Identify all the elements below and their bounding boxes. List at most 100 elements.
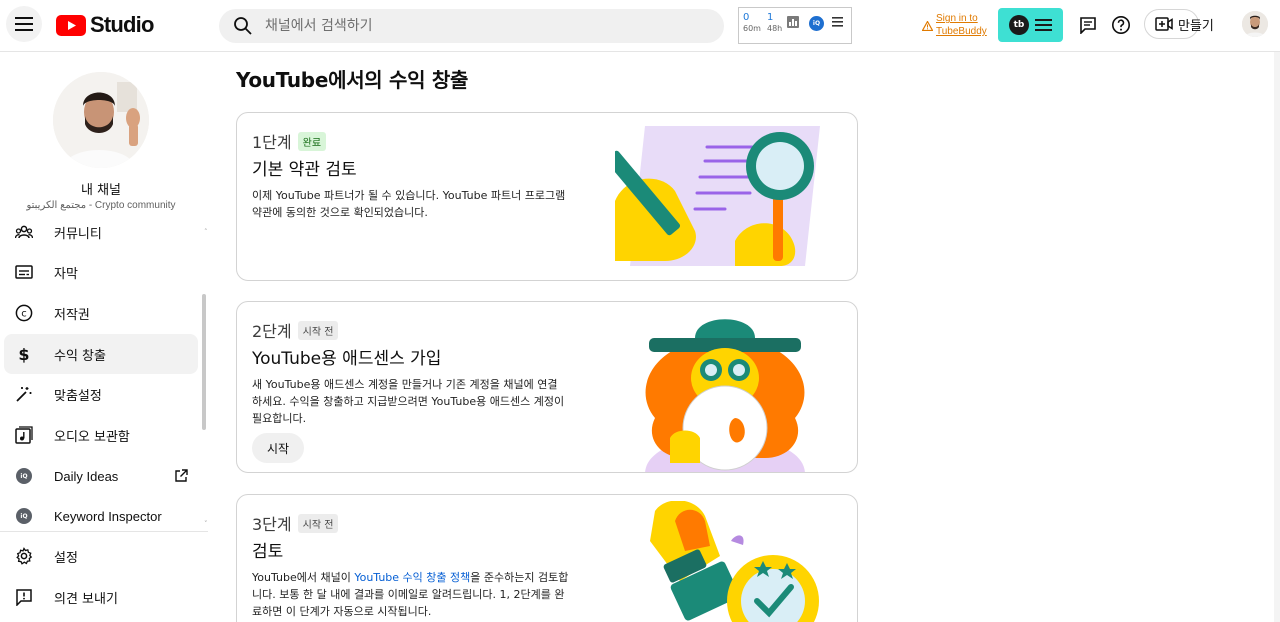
sidebar-item-label: 맞춤설정 bbox=[54, 388, 102, 404]
sidebar-item-label: Daily Ideas bbox=[54, 468, 119, 484]
sidebar-item-settings[interactable]: 설정 bbox=[4, 536, 198, 576]
start-button[interactable]: 시작 bbox=[252, 433, 304, 463]
sidebar-item-audio-library[interactable]: 오디오 보관함 bbox=[4, 415, 198, 455]
status-badge: 시작 전 bbox=[297, 513, 339, 533]
step-description: YouTube에서 채널이 YouTube 수익 창출 정책을 준수하는지 검토… bbox=[252, 569, 582, 620]
youtube-studio-logo[interactable]: Studio bbox=[56, 12, 154, 38]
vidiq-badge: iQ bbox=[16, 468, 32, 484]
create-label: 만들기 bbox=[1178, 18, 1214, 34]
vidiq-badge: iQ bbox=[16, 508, 32, 524]
external-link-icon[interactable] bbox=[174, 469, 188, 483]
stat-label: 48h bbox=[767, 24, 783, 33]
top-header: Studio 0 60m 1 48h iQ Sign in to TubeBud… bbox=[0, 0, 1280, 52]
create-video-icon bbox=[1155, 17, 1173, 31]
settings-icon bbox=[14, 546, 34, 566]
hamburger-menu-button[interactable] bbox=[6, 6, 42, 42]
sidebar-item-label: 오디오 보관함 bbox=[54, 429, 130, 445]
step-header: 1단계 완료 bbox=[252, 129, 327, 153]
step-number: 1단계 bbox=[252, 133, 292, 152]
left-sidebar: 내 채널 مجتمع الكريبتو - Crypto community 커… bbox=[0, 52, 210, 622]
sidebar-scrollbar[interactable] bbox=[202, 294, 206, 430]
svg-text:c: c bbox=[21, 309, 27, 320]
tubebuddy-signin-link[interactable]: Sign in to TubeBuddy bbox=[922, 12, 987, 38]
step-number: 3단계 bbox=[252, 515, 292, 534]
main-scrollbar[interactable] bbox=[1274, 52, 1280, 622]
feedback-icon bbox=[14, 587, 34, 607]
warning-icon bbox=[922, 21, 933, 31]
description-line: 료하면 이 단계가 자동으로 시작됩니다. bbox=[252, 605, 432, 618]
description-line: 니다. 보통 한 달 내에 결과를 이메일로 알려드립니다. 1, 2단계를 완 bbox=[252, 588, 565, 601]
channel-title: 내 채널 bbox=[80, 183, 121, 198]
bar-chart-icon[interactable] bbox=[787, 16, 799, 28]
sidebar-item-monetization[interactable]: $ 수익 창출 bbox=[4, 334, 198, 374]
monetization-policy-link[interactable]: YouTube 수익 창출 정책 bbox=[354, 571, 470, 584]
step-title: 기본 약관 검토 bbox=[252, 160, 357, 180]
step-title: YouTube용 애드센스 가입 bbox=[252, 349, 442, 369]
sidebar-item-label: 수익 창출 bbox=[54, 348, 106, 364]
terms-review-illustration bbox=[615, 126, 820, 266]
tubebuddy-signin-line2: TubeBuddy bbox=[936, 26, 987, 37]
step-card-3: 3단계 시작 전 검토 YouTube에서 채널이 YouTube 수익 창출 … bbox=[236, 494, 858, 622]
dollar-icon: $ bbox=[14, 344, 34, 364]
sidebar-item-label: 커뮤니티 bbox=[54, 226, 102, 242]
description-line: YouTube에서 채널이 YouTube 수익 창출 정책을 준수하는지 검토… bbox=[252, 569, 582, 586]
description-line: 약관에 동의한 것으로 확인되었습니다. bbox=[252, 206, 428, 219]
menu-icon bbox=[1035, 19, 1052, 31]
vidiq-icon[interactable]: iQ bbox=[809, 16, 824, 31]
search-bar[interactable] bbox=[219, 9, 724, 43]
subtitles-icon bbox=[14, 262, 34, 282]
step-title: 검토 bbox=[252, 542, 284, 562]
logo-text: Studio bbox=[90, 12, 154, 37]
account-avatar[interactable] bbox=[1242, 11, 1268, 37]
menu-icon bbox=[15, 17, 33, 31]
status-badge: 완료 bbox=[297, 131, 327, 151]
sidebar-divider bbox=[0, 531, 208, 532]
step-header: 2단계 시작 전 bbox=[252, 318, 339, 342]
search-icon bbox=[233, 16, 253, 36]
vidiq-stats-widget[interactable]: 0 60m 1 48h iQ bbox=[738, 7, 852, 44]
audio-library-icon bbox=[14, 425, 34, 445]
youtube-play-icon bbox=[56, 14, 86, 36]
description-line: 이제 YouTube 파트너가 될 수 있습니다. YouTube 파트너 프로… bbox=[252, 189, 566, 202]
sidebar-item-keyword-inspector[interactable]: iQ Keyword Inspector ˅ bbox=[4, 496, 208, 536]
sidebar-item-customization[interactable]: 맞춤설정 bbox=[4, 374, 198, 414]
scroll-down-icon[interactable]: ˅ bbox=[204, 520, 208, 528]
step-card-2: 2단계 시작 전 YouTube용 애드센스 가입 새 YouTube용 애드센… bbox=[236, 301, 858, 473]
sidebar-item-send-feedback[interactable]: 의견 보내기 bbox=[4, 577, 198, 617]
description-line: 필요합니다. bbox=[252, 412, 307, 425]
vidiq-icon: iQ bbox=[14, 466, 34, 486]
stat-60m: 0 60m bbox=[743, 12, 761, 34]
step-card-1: 1단계 완료 기본 약관 검토 이제 YouTube 파트너가 될 수 있습니다… bbox=[236, 112, 858, 281]
sidebar-item-copyright[interactable]: c 저작권 bbox=[4, 293, 198, 333]
vidiq-icon: iQ bbox=[14, 506, 34, 526]
stat-48h: 1 48h bbox=[767, 12, 782, 34]
sidebar-item-subtitles[interactable]: 자막 bbox=[4, 252, 198, 292]
tubebuddy-menu-button[interactable]: tb bbox=[998, 8, 1063, 42]
scroll-up-icon[interactable]: ˄ bbox=[204, 228, 208, 236]
step-description: 이제 YouTube 파트너가 될 수 있습니다. YouTube 파트너 프로… bbox=[252, 187, 582, 221]
sidebar-item-label: 의견 보내기 bbox=[54, 591, 118, 607]
sidebar-item-community[interactable]: 커뮤니티 ˄ bbox=[4, 212, 208, 252]
widget-menu-icon[interactable] bbox=[832, 17, 843, 27]
tubebuddy-signin-line1: Sign in to bbox=[936, 13, 978, 24]
search-input[interactable] bbox=[265, 18, 705, 34]
description-line: 하세요. 수익을 창출하고 지급받으려면 YouTube용 애드센스 계정이 bbox=[252, 395, 565, 408]
step-number: 2단계 bbox=[252, 322, 292, 341]
stat-label: 60m bbox=[743, 24, 761, 33]
description-text: YouTube에서 채널이 bbox=[252, 571, 355, 584]
channel-name: مجتمع الكريبتو - Crypto community bbox=[26, 200, 176, 211]
create-button[interactable]: 만들기 bbox=[1144, 9, 1214, 39]
review-illustration bbox=[650, 501, 819, 622]
help-icon[interactable] bbox=[1110, 14, 1132, 36]
copyright-icon: c bbox=[14, 303, 34, 323]
sidebar-item-daily-ideas[interactable]: iQ Daily Ideas bbox=[4, 456, 198, 496]
sidebar-item-label: 저작권 bbox=[54, 307, 90, 323]
step-header: 3단계 시작 전 bbox=[252, 511, 339, 535]
tubebuddy-logo-icon: tb bbox=[1009, 15, 1029, 35]
channel-avatar[interactable] bbox=[53, 72, 149, 168]
stat-value: 0 bbox=[743, 12, 750, 23]
messages-icon[interactable] bbox=[1077, 14, 1099, 36]
description-line: 새 YouTube용 애드센스 계정을 만들거나 기존 계정을 채널에 연결 bbox=[252, 378, 558, 391]
sidebar-item-label: 설정 bbox=[54, 550, 78, 566]
step-description: 새 YouTube용 애드센스 계정을 만들거나 기존 계정을 채널에 연결 하… bbox=[252, 376, 582, 427]
